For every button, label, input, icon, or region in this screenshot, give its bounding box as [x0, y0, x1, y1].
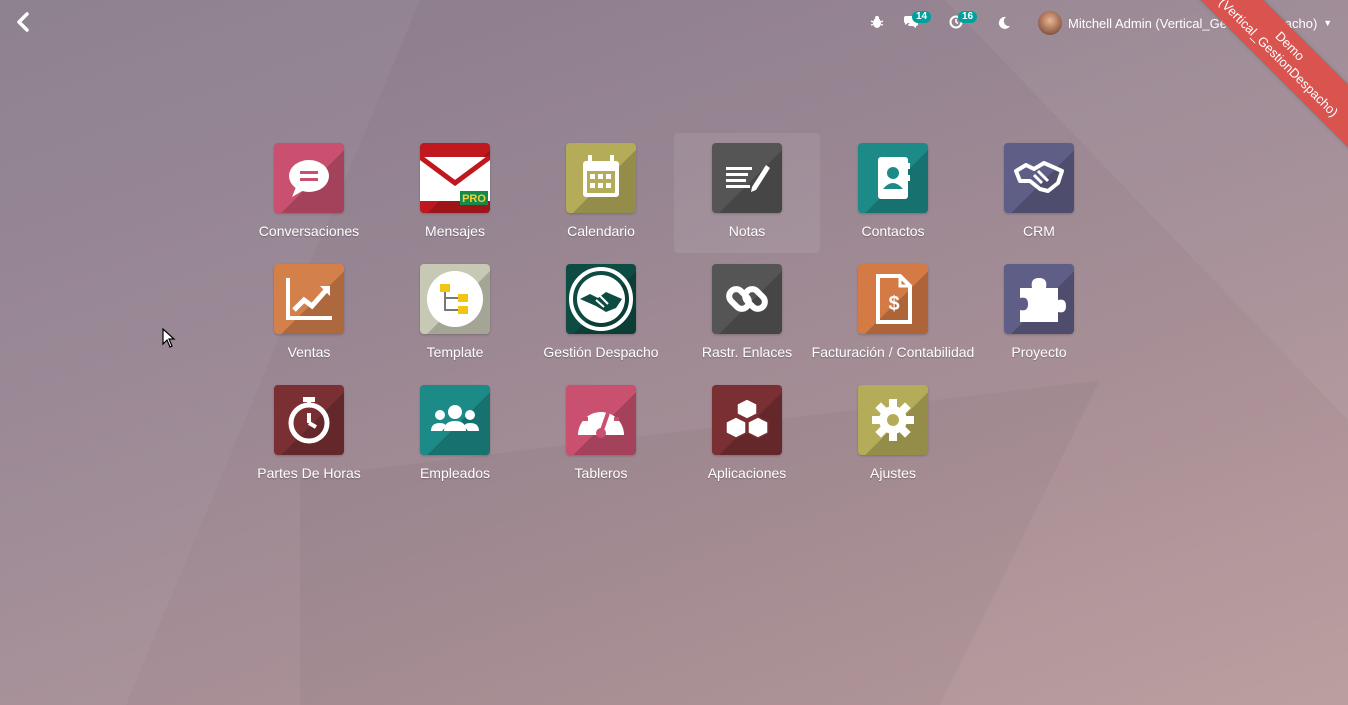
invoice-dollar-icon: $ [858, 264, 928, 334]
gear-icon [858, 385, 928, 455]
handshake-circle-icon [566, 264, 636, 334]
app-label: Proyecto [1011, 344, 1067, 360]
app-rastr-enlaces[interactable]: Rastr. Enlaces [674, 254, 820, 374]
app-mensajes[interactable]: PRO Mensajes [382, 133, 528, 253]
app-label: Gestión Despacho [543, 344, 659, 360]
dark-mode-toggle[interactable] [996, 15, 1012, 31]
app-label: Ventas [287, 344, 331, 360]
app-label: Mensajes [425, 223, 485, 239]
app-contactos[interactable]: Contactos [820, 133, 966, 253]
app-label: Empleados [419, 465, 491, 481]
activity-menu-button[interactable]: 16 [949, 11, 978, 29]
app-label: Notas [728, 223, 766, 239]
stopwatch-icon [274, 385, 344, 455]
app-label: Ajustes [870, 465, 916, 481]
app-label: Calendario [567, 223, 635, 239]
messaging-menu-button[interactable]: 14 [903, 11, 932, 29]
envelope-pro-icon: PRO [420, 143, 490, 213]
activities-count-badge: 16 [958, 11, 978, 23]
trend-chart-icon [274, 264, 344, 334]
app-notas[interactable]: Notas [674, 133, 820, 253]
app-conversaciones[interactable]: Conversaciones [236, 133, 382, 253]
svg-text:PRO: PRO [462, 193, 486, 205]
messages-count-badge: 14 [912, 11, 932, 23]
handshake-icon [1004, 143, 1074, 213]
app-label: Partes De Horas [257, 465, 361, 481]
gauge-icon [566, 385, 636, 455]
moon-icon [998, 16, 1010, 29]
app-template[interactable]: Template [382, 254, 528, 374]
app-empleados[interactable]: Empleados [382, 375, 528, 495]
user-name: Mitchell Admin (Vertical_GestionDespacho… [1068, 15, 1318, 31]
app-partes-de-horas[interactable]: Partes De Horas [236, 375, 382, 495]
app-label: CRM [1023, 223, 1055, 239]
app-label: Rastr. Enlaces [701, 344, 793, 360]
debug-menu-button[interactable] [870, 15, 884, 29]
app-calendario[interactable]: Calendario [528, 133, 674, 253]
app-aplicaciones[interactable]: Aplicaciones [674, 375, 820, 495]
user-menu[interactable]: Mitchell Admin (Vertical_GestionDespacho… [1038, 11, 1332, 35]
calendar-icon [566, 143, 636, 213]
back-button[interactable] [12, 10, 36, 34]
bug-icon [870, 16, 884, 28]
app-facturacion-contabilidad[interactable]: $ Facturación / Contabilidad [812, 254, 974, 374]
app-crm[interactable]: CRM [966, 133, 1112, 253]
chevron-left-icon [17, 12, 29, 32]
mouse-pointer-icon [162, 328, 176, 348]
address-book-icon [858, 143, 928, 213]
app-tableros[interactable]: Tableros [528, 375, 674, 495]
app-label: Contactos [861, 223, 925, 239]
app-ventas[interactable]: Ventas [236, 254, 382, 374]
app-gestion-despacho[interactable]: Gestión Despacho [528, 254, 674, 374]
app-label: Facturación / Contabilidad [811, 344, 975, 360]
hierarchy-icon [420, 264, 490, 334]
app-label: Template [426, 344, 484, 360]
app-label: Aplicaciones [707, 465, 787, 481]
app-label: Conversaciones [258, 223, 360, 239]
app-proyecto[interactable]: Proyecto [966, 254, 1112, 374]
app-ajustes[interactable]: Ajustes [820, 375, 966, 495]
notes-pencil-icon [712, 143, 782, 213]
puzzle-icon [1004, 264, 1074, 334]
cubes-icon [712, 385, 782, 455]
link-icon [712, 264, 782, 334]
svg-text:$: $ [888, 293, 899, 315]
chat-bubble-icon [274, 143, 344, 213]
app-label: Tableros [574, 465, 628, 481]
avatar [1038, 11, 1062, 35]
team-icon [420, 385, 490, 455]
caret-down-icon: ▼ [1323, 18, 1333, 28]
